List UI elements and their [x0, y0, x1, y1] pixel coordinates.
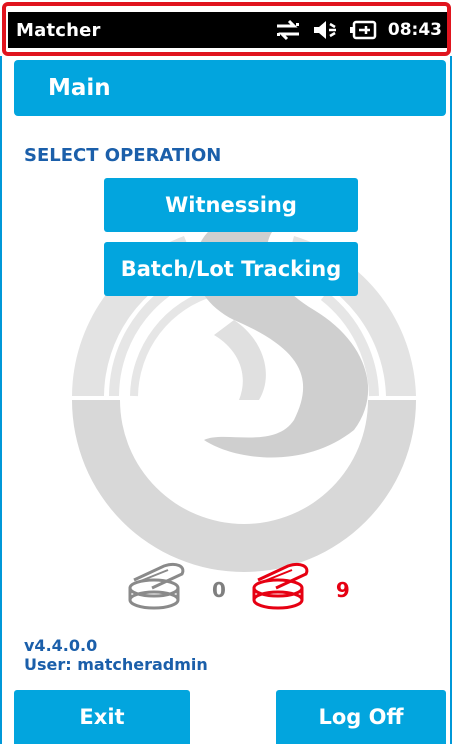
container-counts: 0 9 — [124, 562, 350, 618]
status-bar-highlight — [2, 2, 451, 56]
log-off-button[interactable]: Log Off — [276, 690, 446, 744]
version-info: v4.4.0.0 User: matcheradmin — [24, 636, 208, 674]
header-bar: Main — [14, 60, 446, 116]
batch-lot-tracking-button[interactable]: Batch/Lot Tracking — [104, 242, 358, 296]
grey-count: 0 — [212, 578, 226, 602]
open-container-grey-icon — [124, 560, 200, 620]
left-border — [0, 56, 2, 744]
witnessing-button[interactable]: Witnessing — [104, 178, 358, 232]
page-title: Main — [48, 75, 111, 101]
app-screen: Matcher 08:43 Main SELECT OPERATION Witn… — [0, 0, 452, 744]
user-label: User: matcheradmin — [24, 655, 208, 674]
open-container-red-icon — [248, 560, 324, 620]
version-label: v4.4.0.0 — [24, 636, 98, 655]
red-count: 9 — [335, 578, 350, 602]
section-label: SELECT OPERATION — [24, 145, 222, 166]
exit-button[interactable]: Exit — [14, 690, 190, 744]
